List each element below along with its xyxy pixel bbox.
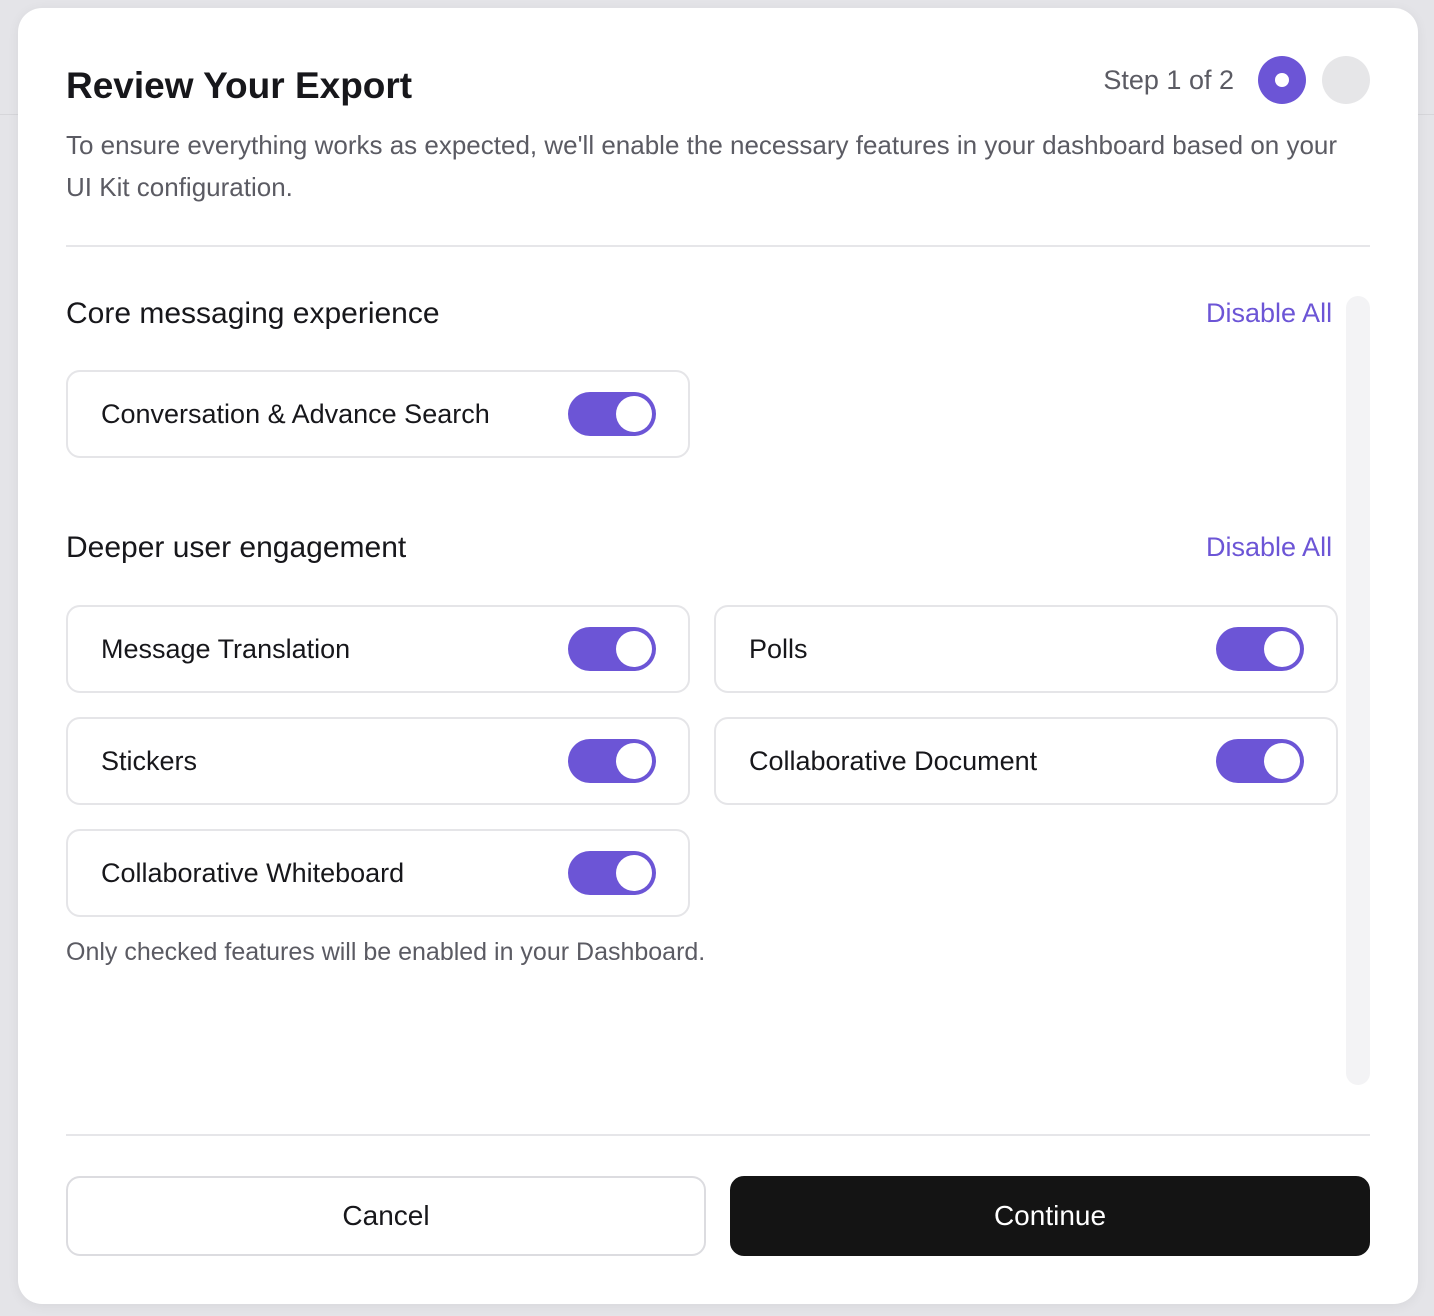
message-translation-toggle[interactable] (568, 627, 656, 671)
collaborative-document-toggle[interactable] (1216, 739, 1304, 783)
continue-button[interactable]: Continue (730, 1176, 1370, 1256)
content-scrollbar[interactable] (1346, 296, 1370, 1085)
modal-description: To ensure everything works as expected, … (66, 130, 1338, 202)
feature-label: Stickers (101, 746, 198, 776)
feature-card-collaborative-document: Collaborative Document (714, 717, 1338, 805)
feature-card-stickers: Stickers (66, 717, 690, 805)
feature-label: Collaborative Whiteboard (101, 858, 405, 888)
feature-label: Conversation & Advance Search (101, 399, 490, 429)
feature-card-message-translation: Message Translation (66, 605, 690, 693)
footnote: Only checked features will be enabled in… (66, 938, 706, 966)
header-divider (66, 245, 1370, 247)
section-title-core-messaging: Core messaging experience (66, 297, 440, 330)
stickers-toggle[interactable] (568, 739, 656, 783)
disable-all-deeper-engagement-link[interactable]: Disable All (1206, 530, 1332, 564)
toggle-knob (1264, 743, 1300, 779)
toggle-knob (1264, 631, 1300, 667)
step-label: Step 1 of 2 (1103, 64, 1234, 95)
review-export-modal: Review Your Export Step 1 of 2 To ensure… (18, 8, 1418, 1304)
feature-card-collaborative-whiteboard: Collaborative Whiteboard (66, 829, 690, 917)
section-title-deeper-engagement: Deeper user engagement (66, 531, 407, 564)
toggle-knob (616, 396, 652, 432)
feature-label: Collaborative Document (749, 746, 1038, 776)
step-indicator: Step 1 of 2 (1103, 56, 1370, 104)
feature-label: Polls (749, 634, 808, 664)
footer-divider (66, 1134, 1370, 1136)
toggle-knob (616, 743, 652, 779)
toggle-knob (616, 631, 652, 667)
feature-label: Message Translation (101, 634, 351, 664)
feature-card-polls: Polls (714, 605, 1338, 693)
feature-card-conversation-advance-search: Conversation & Advance Search (66, 370, 690, 458)
step-1-dot-icon (1258, 56, 1306, 104)
cancel-button[interactable]: Cancel (66, 1176, 706, 1256)
polls-toggle[interactable] (1216, 627, 1304, 671)
collaborative-whiteboard-toggle[interactable] (568, 851, 656, 895)
disable-all-core-messaging-link[interactable]: Disable All (1206, 296, 1332, 330)
conversation-advance-search-toggle[interactable] (568, 392, 656, 436)
toggle-knob (616, 855, 652, 891)
step-2-dot-icon (1322, 56, 1370, 104)
modal-title: Review Your Export (66, 65, 413, 106)
